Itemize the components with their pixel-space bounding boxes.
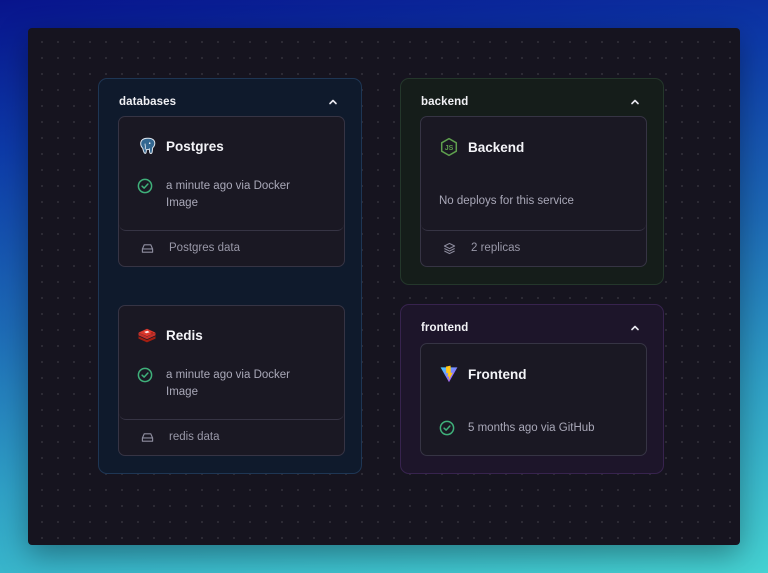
vite-icon (440, 365, 458, 383)
service-name: Frontend (468, 366, 527, 382)
chevron-up-icon[interactable] (629, 96, 641, 108)
replicas-footer[interactable]: 2 replicas (421, 230, 646, 266)
hard-drive-icon (141, 243, 154, 253)
service-card-redis[interactable]: Redis a minute ago via Docker Image redi… (118, 305, 345, 456)
service-header: Postgres (137, 136, 224, 156)
deploy-status-text: No deploys for this service (439, 195, 574, 207)
service-header: Redis (137, 325, 203, 345)
service-name: Redis (166, 327, 203, 343)
service-name: Postgres (166, 138, 224, 154)
group-backend: backend JS Backend No deploys for this s… (400, 78, 664, 285)
deploy-status-text: a minute ago via Docker Image (166, 369, 291, 398)
service-header: JS Backend (439, 137, 524, 157)
volume-name: Postgres data (169, 242, 240, 254)
group-header-databases: databases (119, 94, 339, 110)
service-header: Frontend (439, 364, 527, 384)
service-card-main: Redis a minute ago via Docker Image (119, 306, 344, 420)
deploy-status-text: 5 months ago via GitHub (468, 422, 595, 434)
group-header-frontend: frontend (421, 320, 641, 336)
layers-icon (443, 242, 456, 254)
nodejs-icon: JS (440, 137, 458, 157)
group-title-backend: backend (421, 96, 469, 108)
check-circle-icon (137, 367, 153, 383)
service-card-backend[interactable]: JS Backend No deploys for this service 2… (420, 116, 647, 267)
service-card-main: JS Backend No deploys for this service (421, 117, 646, 231)
volume-name: redis data (169, 431, 220, 443)
chevron-up-icon[interactable] (629, 322, 641, 334)
group-frontend: frontend Frontend 5 months ago via GitHu… (400, 304, 664, 474)
service-card-main: Postgres a minute ago via Docker Image (119, 117, 344, 231)
group-title-databases: databases (119, 96, 177, 108)
chevron-up-icon[interactable] (327, 96, 339, 108)
volume-footer[interactable]: Postgres data (119, 230, 344, 266)
postgres-elephant-icon (140, 137, 156, 155)
project-canvas[interactable]: databases Postgres a minute ago via Dock… (28, 28, 740, 545)
check-circle-icon (439, 420, 455, 436)
group-databases: databases Postgres a minute ago via Dock… (98, 78, 362, 474)
deploy-status: 5 months ago via GitHub (439, 420, 638, 437)
service-card-postgres[interactable]: Postgres a minute ago via Docker Image P… (118, 116, 345, 267)
replicas-count: 2 replicas (471, 242, 521, 254)
service-card-frontend[interactable]: Frontend 5 months ago via GitHub (420, 343, 647, 456)
redis-icon (138, 328, 156, 343)
volume-footer[interactable]: redis data (119, 419, 344, 455)
group-title-frontend: frontend (421, 322, 469, 334)
deploy-status: a minute ago via Docker Image (137, 178, 306, 212)
check-circle-icon (137, 178, 153, 194)
deploy-status-text: a minute ago via Docker Image (166, 180, 291, 209)
svg-text:JS: JS (445, 145, 454, 152)
group-header-backend: backend (421, 94, 641, 110)
hard-drive-icon (141, 432, 154, 442)
service-name: Backend (468, 139, 525, 155)
service-card-main: Frontend 5 months ago via GitHub (421, 344, 646, 455)
deploy-status: a minute ago via Docker Image (137, 367, 306, 401)
